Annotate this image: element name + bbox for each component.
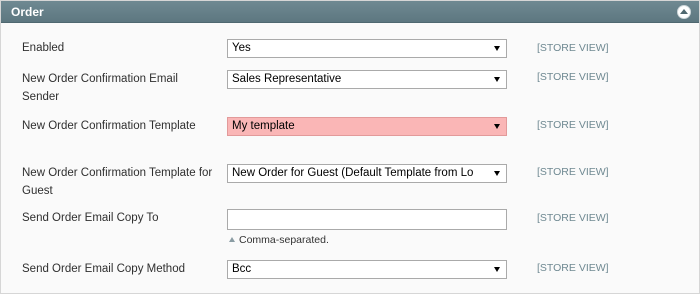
- field-note-text: Comma-separated.: [239, 234, 329, 246]
- field-note: Comma-separated.: [229, 233, 329, 247]
- dropdown-arrow-icon: [494, 171, 500, 176]
- copy-to-input[interactable]: [227, 209, 507, 230]
- field-label-copy-to: Send Order Email Copy To: [22, 212, 159, 224]
- scope-label: [STORE VIEW]: [537, 119, 609, 131]
- field-label-email-sender: New Order Confirmation Email Sender: [22, 73, 178, 103]
- template-select[interactable]: My template: [227, 117, 507, 136]
- scope-label: [STORE VIEW]: [537, 262, 609, 274]
- email-sender-select[interactable]: Sales Representative: [227, 70, 507, 89]
- scope-label: [STORE VIEW]: [537, 71, 609, 83]
- arrow-up-icon: [229, 236, 235, 242]
- config-section-order: Order Enabled Yes [STORE VIEW] New Order…: [0, 0, 700, 294]
- email-sender-select-value: Sales Representative: [232, 73, 342, 85]
- section-title: Order: [11, 5, 44, 19]
- field-label-template: New Order Confirmation Template: [22, 120, 196, 132]
- scope-label: [STORE VIEW]: [537, 42, 609, 54]
- dropdown-arrow-icon: [494, 46, 500, 51]
- section-header[interactable]: Order: [1, 1, 699, 23]
- scope-label: [STORE VIEW]: [537, 166, 609, 178]
- arrow-up-circle-icon[interactable]: [677, 5, 691, 19]
- scope-label: [STORE VIEW]: [537, 212, 609, 224]
- dropdown-arrow-icon: [494, 124, 500, 129]
- guest-template-select-value: New Order for Guest (Default Template fr…: [232, 167, 474, 179]
- enabled-select-value: Yes: [232, 42, 251, 54]
- dropdown-arrow-icon: [494, 267, 500, 272]
- field-label-enabled: Enabled: [22, 42, 65, 54]
- dropdown-arrow-icon: [494, 77, 500, 82]
- enabled-select[interactable]: Yes: [227, 39, 507, 58]
- field-label-copy-method: Send Order Email Copy Method: [22, 263, 185, 275]
- guest-template-select[interactable]: New Order for Guest (Default Template fr…: [227, 164, 507, 183]
- template-select-value: My template: [232, 120, 295, 132]
- copy-method-select[interactable]: Bcc: [227, 260, 507, 279]
- field-label-guest-template: New Order Confirmation Template for Gues…: [22, 167, 213, 197]
- copy-method-select-value: Bcc: [232, 263, 252, 275]
